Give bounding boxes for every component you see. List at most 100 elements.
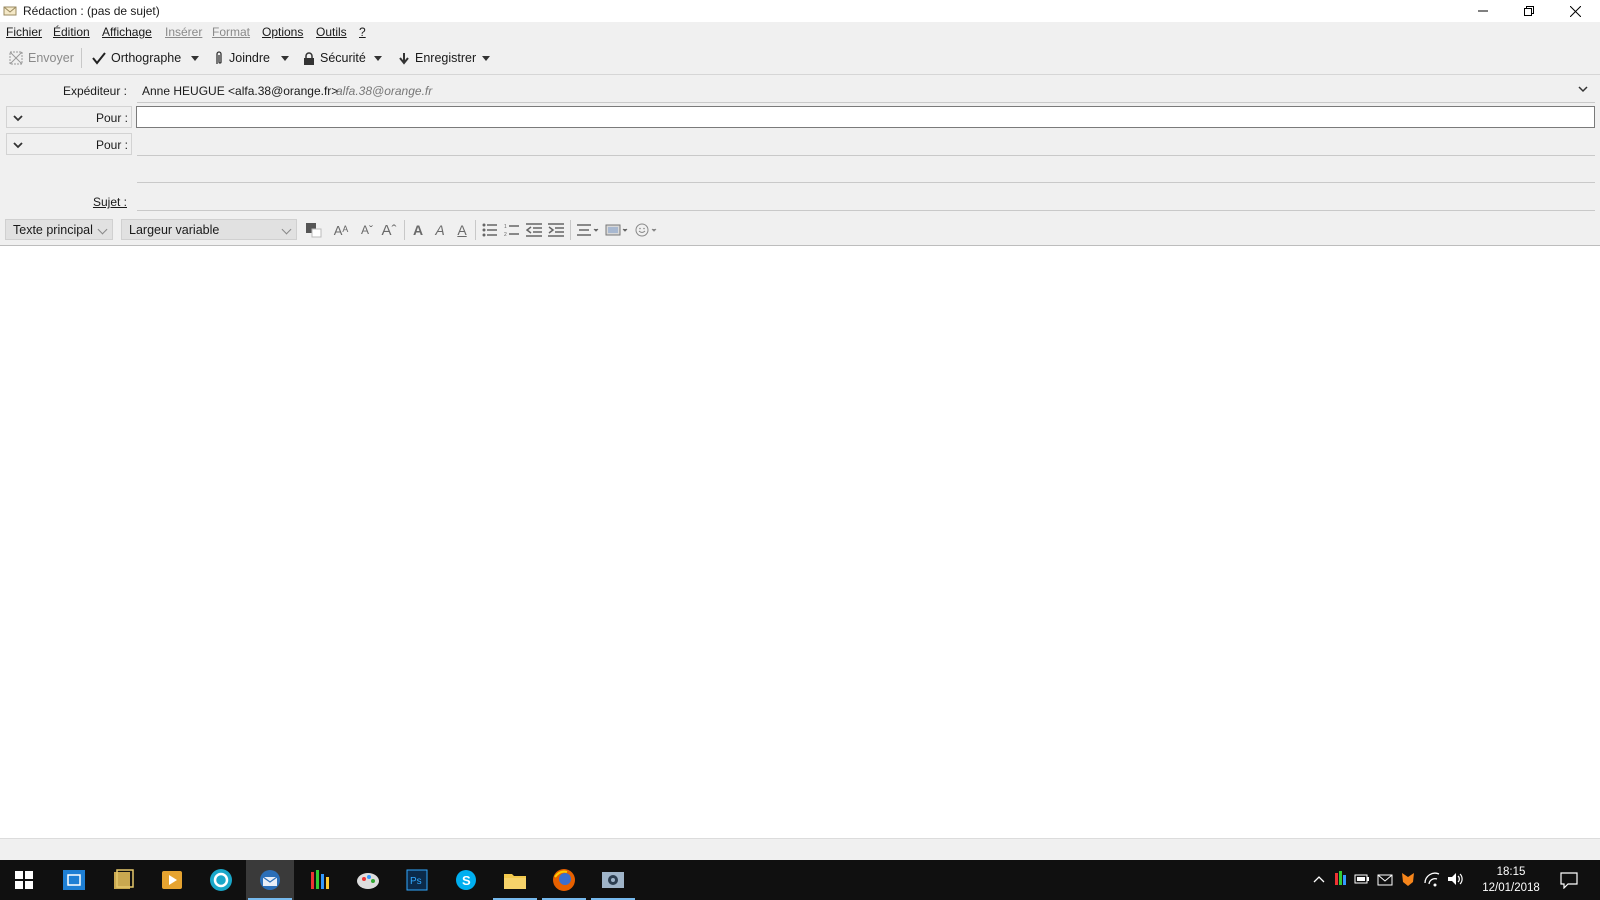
- outdent-button[interactable]: [524, 221, 544, 239]
- system-clock[interactable]: 18:15 12/01/2018: [1476, 864, 1546, 896]
- taskbar-app-skype[interactable]: S: [442, 860, 490, 900]
- close-button[interactable]: [1552, 0, 1598, 22]
- attach-button[interactable]: Joindre: [214, 49, 270, 67]
- to-input-2[interactable]: [136, 133, 1595, 155]
- media-player-icon: [162, 871, 182, 889]
- image-viewer-icon: [602, 872, 624, 888]
- photoshop-icon: Ps: [406, 869, 428, 891]
- taskbar-app-color-tool[interactable]: [295, 860, 343, 900]
- taskbar-app-firefox[interactable]: [540, 860, 588, 900]
- menu-options[interactable]: Options: [262, 25, 303, 39]
- menu-edition[interactable]: Édition: [53, 25, 90, 39]
- font-size-button[interactable]: Aᴬ: [327, 221, 355, 239]
- security-button[interactable]: Sécurité: [303, 49, 366, 67]
- restore-button[interactable]: [1506, 0, 1552, 22]
- larger-text-button[interactable]: Aˆ: [378, 221, 400, 239]
- tray-color-app-icon[interactable]: [1334, 871, 1348, 887]
- bullet-list-button[interactable]: [480, 221, 500, 239]
- battery-icon[interactable]: [1354, 873, 1370, 885]
- toolbar-separator: [81, 48, 82, 68]
- close-icon: [1569, 5, 1581, 17]
- spellcheck-dropdown-icon[interactable]: [191, 56, 199, 61]
- checkmark-icon: [92, 52, 106, 65]
- taskbar-app-task-view[interactable]: [50, 860, 98, 900]
- send-label: Envoyer: [28, 51, 74, 65]
- font-select[interactable]: Largeur variable: [121, 219, 297, 240]
- subject-input[interactable]: [136, 188, 1595, 210]
- volume-icon[interactable]: [1447, 871, 1465, 887]
- taskbar-app-thunderbird[interactable]: [246, 860, 294, 900]
- minimize-button[interactable]: [1460, 0, 1506, 22]
- send-button[interactable]: Envoyer: [9, 49, 74, 67]
- emoticon-button[interactable]: [634, 221, 660, 239]
- mail-notification-icon[interactable]: [1377, 871, 1393, 887]
- taskbar-app-browser[interactable]: [197, 860, 245, 900]
- security-dropdown-icon[interactable]: [374, 56, 382, 61]
- start-button[interactable]: [0, 860, 48, 900]
- spellcheck-button[interactable]: Orthographe: [92, 49, 181, 67]
- taskbar-app-photoshop[interactable]: Ps: [393, 860, 441, 900]
- archive-app-icon: [114, 869, 134, 889]
- taskbar-app-viewer[interactable]: [589, 860, 637, 900]
- from-underline: [137, 102, 1595, 103]
- format-separator: [570, 220, 571, 240]
- menu-format[interactable]: Format: [212, 25, 250, 39]
- taskbar-app-archive[interactable]: [99, 860, 147, 900]
- send-icon: [9, 51, 23, 65]
- bullet-list-icon: [482, 223, 497, 237]
- italic-button[interactable]: A: [431, 221, 449, 239]
- text-color-button[interactable]: [303, 221, 323, 239]
- indent-button[interactable]: [546, 221, 566, 239]
- recipient-type-selector-1[interactable]: Pour :: [6, 106, 132, 128]
- from-label: Expéditeur :: [62, 84, 127, 98]
- bold-button[interactable]: A: [409, 221, 427, 239]
- fox-extension-icon[interactable]: [1400, 871, 1416, 887]
- task-view-icon: [63, 870, 85, 890]
- minimize-icon: [1478, 10, 1488, 12]
- message-body-editor[interactable]: [0, 246, 1600, 838]
- to-input-3[interactable]: [136, 159, 1595, 181]
- taskbar-app-media-player[interactable]: [148, 860, 196, 900]
- format-toolbar: Texte principal Largeur variable Aᴬ Aˇ A…: [0, 215, 1600, 246]
- menu-affichage[interactable]: Affichage: [102, 25, 152, 39]
- insert-button[interactable]: [604, 221, 630, 239]
- italic-icon: A: [435, 222, 445, 238]
- to-input-1[interactable]: [136, 106, 1595, 128]
- paragraph-style-select[interactable]: Texte principal: [5, 219, 113, 240]
- action-center-icon[interactable]: [1560, 871, 1578, 889]
- chevron-down-icon: [281, 224, 292, 235]
- menu-outils[interactable]: Outils: [316, 25, 347, 39]
- taskbar-app-paint[interactable]: [344, 860, 392, 900]
- show-hidden-icons-chevron-icon[interactable]: [1313, 875, 1325, 884]
- bold-icon: A: [412, 222, 424, 238]
- chevron-down-icon: [97, 224, 108, 235]
- menu-help[interactable]: ?: [359, 25, 366, 39]
- subject-label: Sujet :: [92, 195, 127, 209]
- menu-fichier[interactable]: Fichier: [6, 25, 42, 39]
- recipient-type-selector-2[interactable]: Pour :: [6, 133, 132, 155]
- numbered-list-button[interactable]: 12: [502, 221, 522, 239]
- from-dropdown-icon[interactable]: [1578, 86, 1588, 94]
- smaller-text-button[interactable]: Aˇ: [358, 221, 376, 239]
- menu-inserer[interactable]: Insérer: [165, 25, 202, 39]
- lock-icon: [304, 51, 314, 65]
- save-button[interactable]: Enregistrer: [398, 49, 476, 67]
- paint-palette-icon: [357, 873, 379, 889]
- attach-dropdown-icon[interactable]: [281, 56, 289, 61]
- clock-time: 18:15: [1496, 866, 1526, 878]
- skype-icon: S: [456, 870, 476, 890]
- save-label: Enregistrer: [415, 51, 477, 65]
- from-value[interactable]: Anne HEUGUE <alfa.38@orange.fr>: [142, 84, 338, 98]
- from-hint: alfa.38@orange.fr: [336, 84, 433, 98]
- format-separator: [404, 220, 405, 240]
- align-button[interactable]: [575, 221, 601, 239]
- wifi-icon[interactable]: [1423, 871, 1441, 887]
- save-dropdown-icon[interactable]: [482, 56, 490, 61]
- outdent-icon: [526, 223, 542, 237]
- taskbar-app-file-explorer[interactable]: [491, 860, 539, 900]
- download-arrow-icon: [399, 52, 409, 65]
- underline-button[interactable]: A: [453, 221, 471, 239]
- window-title: Rédaction : (pas de sujet): [23, 4, 160, 18]
- font-value: Largeur variable: [129, 223, 220, 237]
- svg-text:1: 1: [504, 224, 507, 230]
